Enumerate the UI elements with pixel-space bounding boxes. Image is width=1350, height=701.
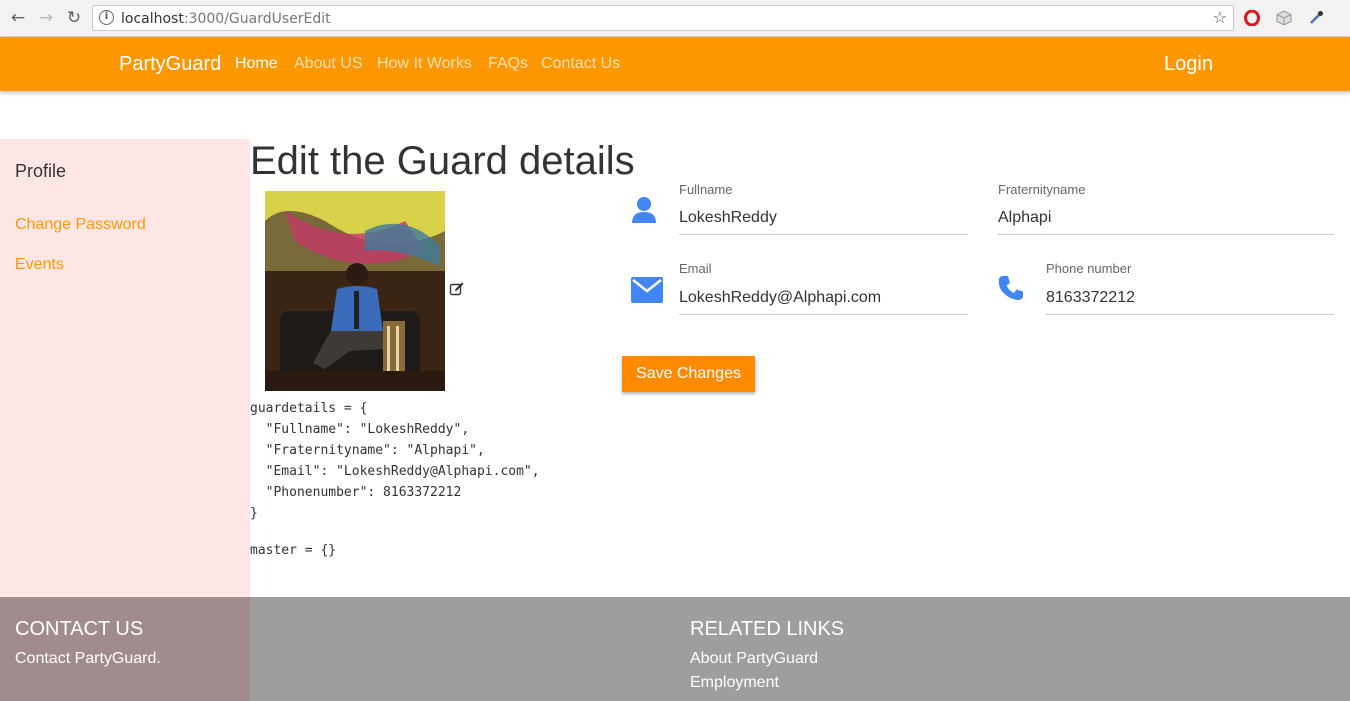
nav-how-it-works[interactable]: How It Works — [377, 55, 472, 73]
opera-extension-icon[interactable] — [1243, 9, 1261, 27]
phone-input[interactable] — [1046, 281, 1334, 315]
url-host: localhost — [121, 11, 184, 27]
save-changes-button[interactable]: Save Changes — [622, 356, 755, 392]
eyedropper-extension-icon[interactable] — [1307, 9, 1325, 27]
debug-line: } — [250, 506, 258, 521]
sidebar-title-profile[interactable]: Profile — [15, 161, 66, 182]
user-icon — [631, 196, 657, 229]
email-label: Email — [679, 261, 712, 276]
footer-sidebar-overlap — [0, 597, 250, 701]
footer-contact-link[interactable]: Contact PartyGuard. — [15, 650, 161, 668]
nav-faqs[interactable]: FAQs — [488, 55, 528, 73]
url-text: localhost:3000/GuardUserEdit — [121, 11, 331, 27]
brand-logo-text[interactable]: PartyGuard — [119, 53, 221, 76]
url-path: :3000/GuardUserEdit — [183, 11, 331, 27]
guard-avatar-photo — [265, 191, 445, 391]
sidebar-item-change-password[interactable]: Change Password — [15, 216, 146, 234]
footer: CONTACT US Contact PartyGuard. RELATED L… — [0, 597, 1350, 701]
fraternityname-input[interactable] — [998, 201, 1334, 235]
reload-icon[interactable]: ↻ — [64, 8, 84, 28]
nav-home[interactable]: Home — [235, 55, 278, 73]
fullname-label: Fullname — [679, 182, 733, 197]
footer-link-employment[interactable]: Employment — [690, 674, 779, 692]
footer-contact-heading: CONTACT US — [15, 618, 144, 640]
debug-line: guardetails = { — [250, 401, 368, 416]
info-icon[interactable]: i — [99, 10, 114, 25]
fullname-input[interactable] — [679, 201, 968, 235]
browser-toolbar: ← → ↻ i localhost:3000/GuardUserEdit ☆ — [0, 0, 1350, 37]
debug-master: master = {} — [250, 543, 337, 558]
debug-guard-details: guardetails = { "Fullname": "LokeshReddy… — [250, 398, 540, 524]
back-icon[interactable]: ← — [8, 8, 28, 28]
debug-line: "Fraternityname": "Alphapi", — [250, 443, 485, 458]
cube-extension-icon[interactable] — [1275, 9, 1293, 27]
debug-line: "Phonenumber": 8163372212 — [250, 485, 462, 500]
fraternityname-label: Fraternityname — [998, 182, 1086, 197]
email-input[interactable] — [679, 281, 968, 315]
phone-label: Phone number — [1046, 261, 1132, 276]
bookmark-star-icon[interactable]: ☆ — [1213, 8, 1227, 27]
login-link[interactable]: Login — [1164, 53, 1213, 76]
envelope-icon — [631, 277, 663, 308]
nav-contact-us[interactable]: Contact Us — [541, 55, 620, 73]
footer-links-heading: RELATED LINKS — [690, 618, 845, 640]
top-navbar: PartyGuard Home About US How It Works FA… — [0, 37, 1350, 91]
edit-photo-icon[interactable] — [449, 281, 465, 297]
nav-about-us[interactable]: About US — [294, 55, 362, 73]
phone-icon — [998, 275, 1024, 306]
sidebar: Profile Change Password Events — [0, 139, 250, 597]
sidebar-item-events[interactable]: Events — [15, 256, 64, 274]
debug-line: "Fullname": "LokeshReddy", — [250, 422, 470, 437]
forward-icon[interactable]: → — [36, 8, 56, 28]
footer-link-about[interactable]: About PartyGuard — [690, 650, 818, 668]
debug-line: "Email": "LokeshReddy@Alphapi.com", — [250, 464, 540, 479]
page-title: Edit the Guard details — [250, 139, 635, 183]
address-bar[interactable]: i localhost:3000/GuardUserEdit ☆ — [92, 5, 1234, 31]
